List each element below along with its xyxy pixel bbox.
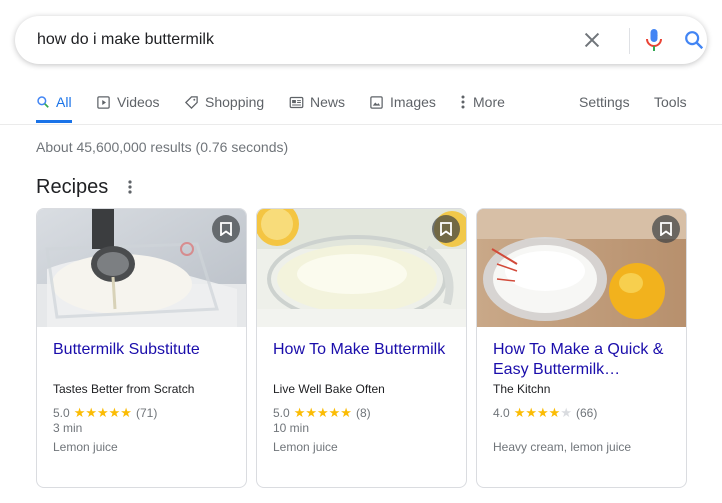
recipe-title[interactable]: How To Make Buttermilk bbox=[273, 340, 458, 360]
recipe-title[interactable]: Buttermilk Substitute bbox=[53, 340, 238, 360]
tab-all[interactable]: All bbox=[36, 94, 72, 110]
tab-label: News bbox=[310, 94, 346, 110]
recipe-title[interactable]: How To Make a Quick & Easy Buttermilk… bbox=[493, 340, 678, 380]
save-recipe-button[interactable] bbox=[212, 215, 240, 243]
bookmark-icon bbox=[660, 222, 672, 236]
bookmark-icon bbox=[440, 222, 452, 236]
tag-icon bbox=[184, 95, 198, 109]
tab-label: Shopping bbox=[205, 94, 265, 110]
active-tab-indicator bbox=[36, 120, 72, 123]
review-count: (71) bbox=[135, 406, 158, 420]
review-count: (66) bbox=[575, 406, 598, 420]
recipe-source: Live Well Bake Often bbox=[273, 382, 385, 396]
tab-videos[interactable]: Videos bbox=[96, 94, 160, 110]
tab-label: Settings bbox=[579, 94, 630, 110]
search-input[interactable]: how do i make buttermilk bbox=[37, 31, 214, 49]
news-icon bbox=[289, 96, 304, 108]
clear-icon[interactable] bbox=[581, 29, 603, 51]
rating-value: 5.0 bbox=[53, 406, 70, 420]
search-icon bbox=[37, 96, 49, 108]
recipe-time: 10 min bbox=[273, 421, 310, 435]
rating-stars: ★★★★★ bbox=[73, 405, 132, 420]
recipe-source: Tastes Better from Scratch bbox=[53, 382, 195, 396]
image-icon bbox=[370, 95, 383, 109]
recipe-source: The Kitchn bbox=[493, 382, 551, 396]
tab-label: Images bbox=[390, 94, 436, 110]
recipe-image bbox=[37, 209, 246, 327]
bookmark-icon bbox=[220, 222, 232, 236]
recipe-rating: 5.0 ★★★★★ (71) bbox=[53, 405, 157, 421]
tab-more[interactable]: More bbox=[459, 94, 505, 110]
save-recipe-button[interactable] bbox=[432, 215, 460, 243]
recipe-ingredients: Lemon juice bbox=[53, 440, 118, 454]
microphone-icon[interactable] bbox=[642, 27, 666, 53]
recipe-image bbox=[477, 209, 686, 327]
save-recipe-button[interactable] bbox=[652, 215, 680, 243]
tab-label: Videos bbox=[117, 94, 160, 110]
rating-value: 4.0 bbox=[493, 406, 510, 420]
recipes-heading: Recipes bbox=[36, 176, 109, 198]
recipe-rating: 4.0 ★★★★★ (66) bbox=[493, 405, 597, 421]
rating-stars: ★★★★★ bbox=[513, 405, 572, 420]
tab-label: Tools bbox=[654, 94, 687, 110]
recipe-card[interactable]: How To Make a Quick & Easy Buttermilk… T… bbox=[476, 208, 687, 488]
recipe-time: 3 min bbox=[53, 421, 83, 435]
tab-settings[interactable]: Settings bbox=[579, 94, 630, 110]
rating-stars: ★★★★★ bbox=[293, 405, 352, 420]
tab-label: More bbox=[473, 94, 505, 110]
more-vert-icon bbox=[461, 95, 465, 109]
result-stats: About 45,600,000 results (0.76 seconds) bbox=[36, 139, 289, 155]
video-icon bbox=[97, 95, 110, 109]
tab-tools[interactable]: Tools bbox=[654, 94, 687, 110]
tab-label: All bbox=[56, 94, 72, 110]
rating-value: 5.0 bbox=[273, 406, 290, 420]
more-options-icon[interactable] bbox=[126, 179, 134, 195]
recipe-image bbox=[257, 209, 466, 327]
recipe-card[interactable]: How To Make Buttermilk Live Well Bake Of… bbox=[256, 208, 467, 488]
search-box[interactable]: how do i make buttermilk bbox=[15, 16, 707, 64]
tab-images[interactable]: Images bbox=[369, 94, 436, 110]
recipe-rating: 5.0 ★★★★★ (8) bbox=[273, 405, 371, 421]
tab-shopping[interactable]: Shopping bbox=[184, 94, 264, 110]
review-count: (8) bbox=[355, 406, 371, 420]
tab-news[interactable]: News bbox=[289, 94, 345, 110]
recipe-card[interactable]: Buttermilk Substitute Tastes Better from… bbox=[36, 208, 247, 488]
recipe-ingredients: Lemon juice bbox=[273, 440, 338, 454]
search-icon[interactable] bbox=[683, 29, 705, 51]
search-tabs: All Videos Shopping News Images More Set… bbox=[0, 90, 722, 126]
search-divider bbox=[629, 28, 630, 54]
tabs-divider bbox=[0, 124, 722, 125]
recipe-ingredients: Heavy cream, lemon juice bbox=[493, 440, 632, 454]
